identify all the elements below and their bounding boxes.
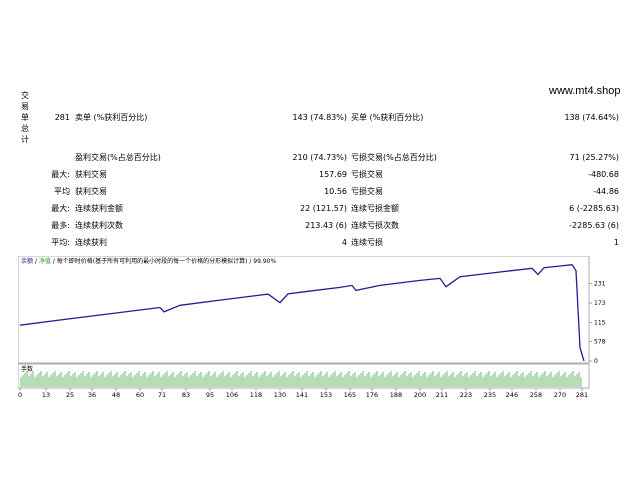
chart-svg: 余额 / 净值 / 每个即时价格(基于所有可利用的最小时段的每一个价格的分形模拟… bbox=[18, 256, 606, 398]
y-tick-label: 578 bbox=[594, 339, 606, 346]
row-value-left: 213.43 (6) bbox=[305, 221, 347, 230]
x-tick-label: 211 bbox=[436, 391, 448, 398]
x-tick-label: 0 bbox=[18, 391, 22, 398]
x-tick-label: 153 bbox=[320, 391, 332, 398]
section-label: 交 易 单 总 计 bbox=[20, 90, 30, 145]
row-prefix-label: 最多: bbox=[51, 221, 70, 230]
x-tick-label: 258 bbox=[530, 391, 542, 398]
x-tick-label: 71 bbox=[158, 391, 166, 398]
row-value-right: -2285.63 (6) bbox=[569, 221, 619, 230]
watermark: www.mt4.shop bbox=[549, 85, 621, 97]
row-value-right: -480.68 bbox=[588, 170, 619, 179]
section-label-char: 交 bbox=[21, 91, 29, 100]
section-label-char: 总 bbox=[21, 124, 29, 133]
x-tick-label: 83 bbox=[182, 391, 190, 398]
row-label-left: 连续获利金额 bbox=[75, 204, 123, 213]
row-value-right: 1 bbox=[613, 238, 619, 247]
legend-model: 每个即时价格(基于所有可利用的最小时段的每一个价格的分形模拟计算) bbox=[57, 257, 248, 265]
row-value-right: -44.86 bbox=[593, 187, 619, 196]
row-label-right: 连续亏损次数 bbox=[351, 221, 399, 230]
x-tick-label: 130 bbox=[274, 391, 286, 398]
x-tick-label: 235 bbox=[484, 391, 496, 398]
y-axis: 0 578 1156 1734 2312 bbox=[589, 281, 606, 365]
row-label-right: 连续亏损金额 bbox=[351, 204, 399, 213]
balance-chart: 余额 / 净值 / 每个即时价格(基于所有可利用的最小时段的每一个价格的分形模拟… bbox=[18, 256, 606, 398]
legend-quality: 99.90% bbox=[253, 258, 276, 265]
row-label-right: 亏损交易 bbox=[351, 187, 383, 196]
row-label-left: 连续获利次数 bbox=[75, 221, 123, 230]
row-label-right: 买单 (%获利百分比) bbox=[351, 113, 424, 122]
legend-balance: 余额 bbox=[21, 257, 33, 265]
y-tick-label: 2312 bbox=[594, 281, 606, 288]
x-tick-label: 165 bbox=[344, 391, 356, 398]
x-tick-label: 13 bbox=[42, 391, 50, 398]
x-tick-label: 48 bbox=[112, 391, 120, 398]
row-value-left: 210 (74.73%) bbox=[292, 153, 347, 162]
row-prefix-label: 平均 bbox=[54, 187, 70, 196]
row-label-right: 亏损交易(%占总百分比) bbox=[351, 153, 437, 162]
x-tick-label: 223 bbox=[460, 391, 472, 398]
x-tick-label: 281 bbox=[576, 391, 588, 398]
row-label-left: 连续获利 bbox=[75, 238, 107, 247]
row-label-right: 亏损交易 bbox=[351, 170, 383, 179]
x-tick-label: 176 bbox=[366, 391, 378, 398]
row-label-left: 获利交易 bbox=[75, 187, 107, 196]
legend-equity: 净值 bbox=[39, 257, 51, 265]
section-label-char: 单 bbox=[21, 113, 29, 122]
x-tick-label: 25 bbox=[66, 391, 74, 398]
x-tick-label: 200 bbox=[414, 391, 426, 398]
row-prefix-label: 最大: bbox=[51, 204, 70, 213]
x-tick-label: 36 bbox=[88, 391, 96, 398]
row-value-left: 143 (74.83%) bbox=[292, 113, 347, 122]
row-label-right: 连续亏损 bbox=[351, 238, 383, 247]
row-value-left: 10.56 bbox=[324, 187, 347, 196]
row-label-left: 卖单 (%获利百分比) bbox=[75, 113, 148, 122]
row-value-left: 22 (121.57) bbox=[300, 204, 347, 213]
x-tick-label: 60 bbox=[136, 391, 144, 398]
row-label-left: 盈利交易(%占总百分比) bbox=[75, 153, 161, 162]
section-label-char: 易 bbox=[21, 102, 29, 111]
y-tick-label: 1156 bbox=[594, 319, 606, 326]
row-value-right: 6 (-2285.63) bbox=[569, 204, 619, 213]
row-value-left: 4 bbox=[341, 238, 347, 247]
row-prefix-label: 平均: bbox=[51, 238, 70, 247]
y-tick-label: 0 bbox=[594, 358, 598, 365]
row-prefix-label: 最大: bbox=[51, 170, 70, 179]
x-axis: 0 13 25 36 48 60 71 83 95 106 118 130 141 153 165 176 18… bbox=[18, 388, 588, 398]
section-label-char: 计 bbox=[21, 135, 29, 144]
x-tick-label: 188 bbox=[390, 391, 402, 398]
x-tick-label: 95 bbox=[206, 391, 214, 398]
row-value-left: 157.69 bbox=[319, 170, 347, 179]
x-tick-label: 246 bbox=[506, 391, 518, 398]
chart-legend: 余额 / 净值 / 每个即时价格(基于所有可利用的最小时段的每一个价格的分形模拟… bbox=[21, 257, 276, 265]
y-tick-label: 1734 bbox=[594, 300, 606, 307]
row-value-right: 138 (74.64%) bbox=[564, 113, 619, 122]
row-value-right: 71 (25.27%) bbox=[569, 153, 619, 162]
x-tick-label: 106 bbox=[226, 391, 238, 398]
row-label-left: 获利交易 bbox=[75, 170, 107, 179]
x-tick-label: 141 bbox=[296, 391, 308, 398]
x-tick-label: 118 bbox=[250, 391, 262, 398]
x-tick-label: 270 bbox=[554, 391, 566, 398]
row-prefix-value: 281 bbox=[54, 113, 70, 122]
